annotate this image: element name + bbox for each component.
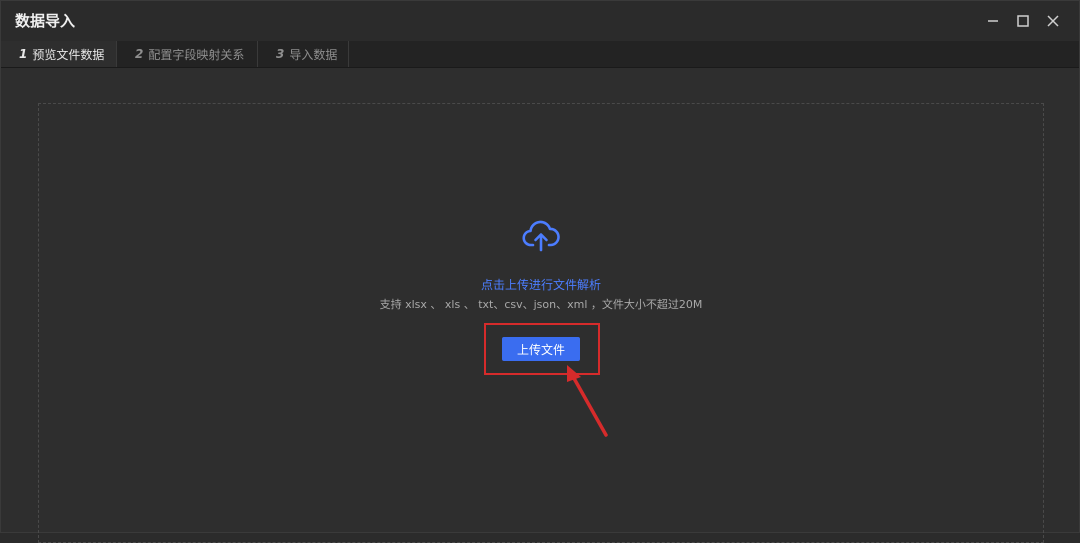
import-dialog: 数据导入 1 预览文件数据 2 配置字段映射关系 3 导入数据 点击上传进行文件… — [0, 0, 1080, 543]
tab-label: 导入数据 — [289, 47, 338, 62]
maximize-button[interactable] — [1011, 9, 1035, 33]
supported-formats-text: 支持 xlsx 、 xls 、 txt、csv、json、xml ，文件大小不超… — [379, 298, 703, 311]
tab-number: 2 — [135, 47, 144, 61]
upload-hint[interactable]: 点击上传进行文件解析 — [1, 276, 1080, 293]
minimize-button[interactable] — [981, 9, 1005, 33]
close-button[interactable] — [1041, 9, 1065, 33]
tab-label: 预览文件数据 — [32, 47, 105, 62]
tab-preview-file-data[interactable]: 1 预览文件数据 — [1, 41, 117, 67]
maximize-icon — [1017, 15, 1029, 27]
close-icon — [1047, 15, 1059, 27]
step-tabs: 1 预览文件数据 2 配置字段映射关系 3 导入数据 — [1, 41, 1079, 68]
tab-number: 3 — [276, 47, 285, 61]
tab-field-mapping[interactable]: 2 配置字段映射关系 — [117, 41, 258, 67]
tab-number: 1 — [19, 47, 28, 61]
window-title: 数据导入 — [15, 12, 76, 30]
minimize-icon — [988, 20, 998, 22]
window-controls — [981, 9, 1065, 33]
title-bar: 数据导入 — [1, 1, 1079, 41]
tab-import-data[interactable]: 3 导入数据 — [258, 41, 349, 67]
tab-label: 配置字段映射关系 — [148, 47, 245, 62]
upload-dropzone[interactable] — [38, 103, 1044, 543]
cloud-upload-icon — [522, 220, 560, 252]
upload-file-button[interactable]: 上传文件 — [502, 337, 580, 361]
